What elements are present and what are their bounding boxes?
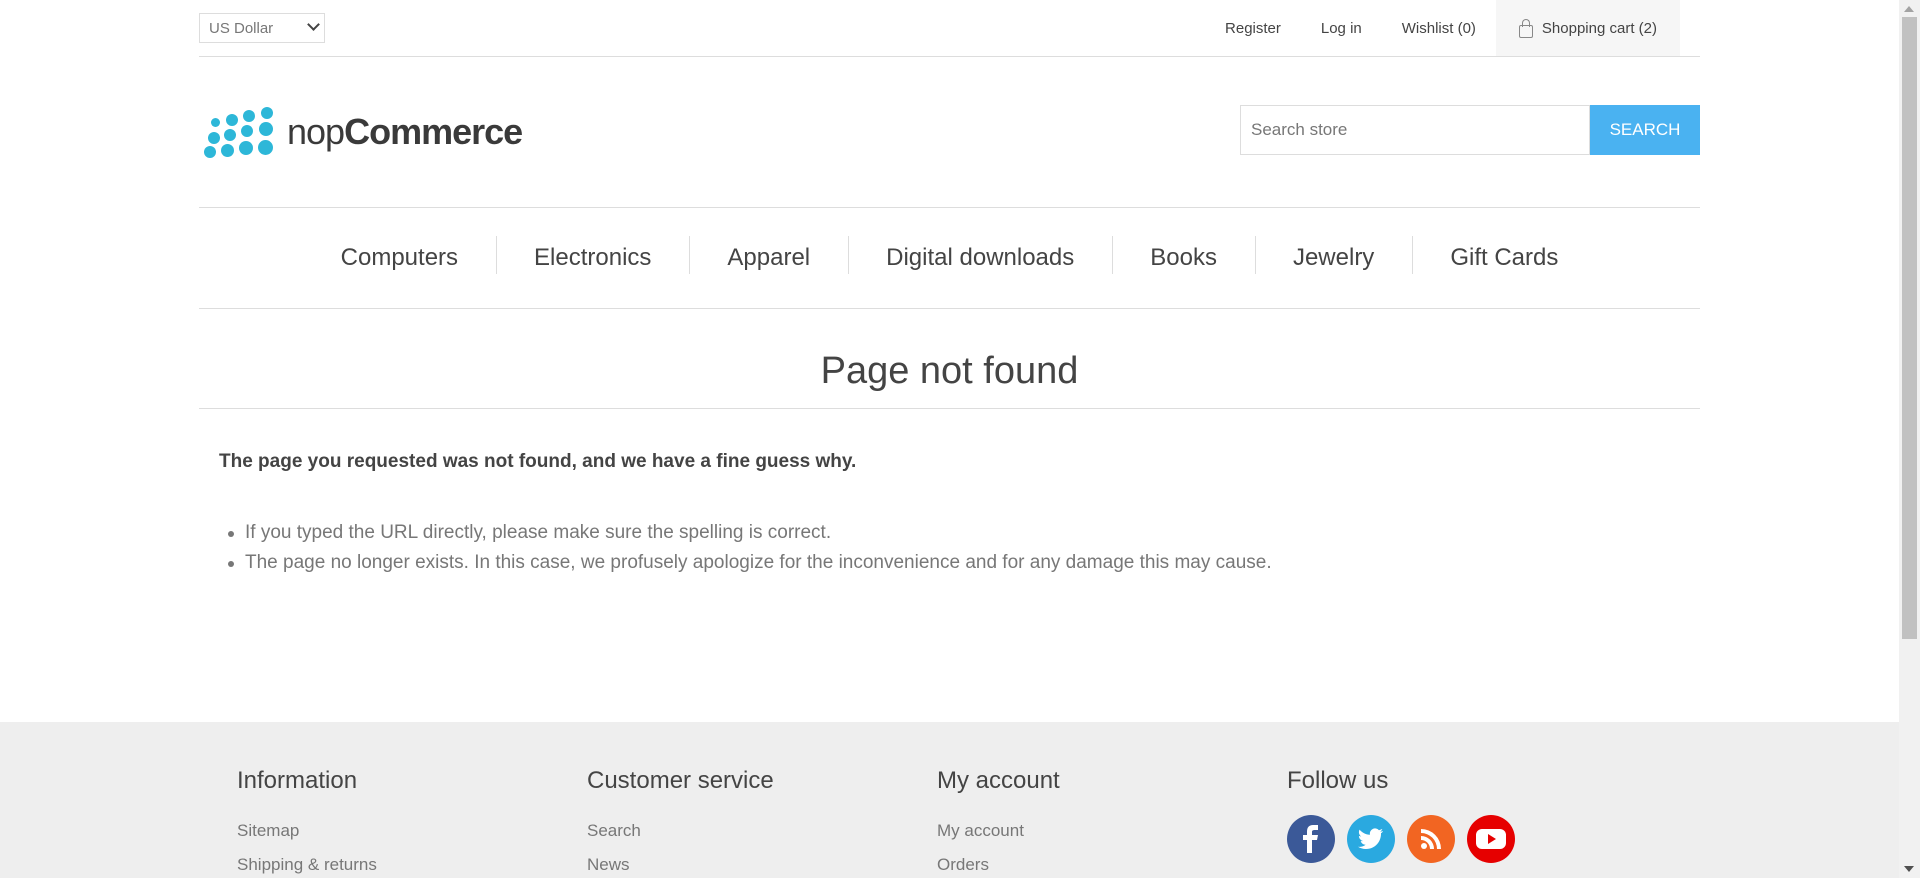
footer-customer-service: Customer service Search News [587, 767, 774, 878]
logo-wordmark: nopCommerce [287, 111, 523, 152]
footer-link-my-account[interactable]: My account [937, 812, 1060, 849]
currency-selector[interactable]: US Dollar [199, 13, 325, 43]
footer-heading: My account [937, 767, 1060, 794]
facebook-icon[interactable] [1287, 815, 1335, 863]
footer-link-shipping-returns[interactable]: Shipping & returns [237, 846, 377, 878]
not-found-intro: The page you requested was not found, an… [219, 451, 857, 472]
page: US Dollar Register Log in Wishlist (0) S… [0, 0, 1899, 878]
footer-information: Information Sitemap Shipping & returns [237, 767, 377, 878]
search-button[interactable]: SEARCH [1590, 105, 1700, 155]
shopping-cart-link[interactable]: Shopping cart (2) [1495, 0, 1680, 56]
menu-item-electronics[interactable]: Electronics [496, 236, 689, 274]
chevron-down-icon [307, 18, 320, 31]
menu-item-books[interactable]: Books [1112, 236, 1255, 274]
wishlist-link[interactable]: Wishlist (0) [1402, 20, 1476, 37]
menu-item-jewelry[interactable]: Jewelry [1254, 236, 1412, 274]
footer-link-sitemap[interactable]: Sitemap [237, 812, 377, 849]
footer-follow-us: Follow us [1287, 767, 1515, 863]
register-link[interactable]: Register [1225, 20, 1281, 37]
footer-heading: Follow us [1287, 767, 1389, 794]
menu-item-computers[interactable]: Computers [303, 244, 496, 272]
list-item: If you typed the URL directly, please ma… [228, 518, 1272, 548]
menu-item-apparel[interactable]: Apparel [689, 236, 848, 274]
currency-selector-value: US Dollar [209, 20, 274, 37]
footer-heading: Customer service [587, 767, 774, 794]
header-top-bar: US Dollar Register Log in Wishlist (0) S… [199, 0, 1700, 57]
header-links: Register Log in Wishlist (0) Shopping ca… [1205, 0, 1700, 56]
scrollbar-thumb[interactable] [1902, 17, 1917, 639]
menu-item-gift-cards[interactable]: Gift Cards [1412, 236, 1596, 274]
footer-my-account: My account My account Orders [937, 767, 1060, 878]
menu-item-digital-downloads[interactable]: Digital downloads [848, 236, 1112, 274]
scroll-down-arrow-icon[interactable] [1904, 866, 1914, 872]
page-title-bar: Page not found [199, 350, 1700, 409]
store-logo[interactable]: nopCommerce [203, 104, 523, 160]
youtube-icon[interactable] [1467, 815, 1515, 863]
not-found-reasons: If you typed the URL directly, please ma… [228, 518, 1272, 578]
login-link[interactable]: Log in [1321, 20, 1362, 37]
rss-icon[interactable] [1407, 815, 1455, 863]
logo-dots-icon [203, 104, 275, 160]
page-title: Page not found [820, 350, 1079, 392]
footer-heading: Information [237, 767, 358, 794]
twitter-icon[interactable] [1347, 815, 1395, 863]
footer-link-news[interactable]: News [587, 846, 774, 878]
shopping-bag-icon [1518, 18, 1533, 38]
footer-link-orders[interactable]: Orders [937, 846, 1060, 878]
footer-link-search[interactable]: Search [587, 812, 774, 849]
search-box: SEARCH [1240, 105, 1700, 155]
vertical-scrollbar[interactable] [1899, 0, 1920, 878]
top-menu: Computers Electronics Apparel Digital do… [199, 207, 1700, 309]
footer: Information Sitemap Shipping & returns C… [0, 722, 1899, 878]
shopping-cart-label: Shopping cart (2) [1541, 19, 1657, 37]
social-icons [1287, 815, 1515, 863]
search-input[interactable] [1240, 105, 1590, 155]
list-item: The page no longer exists. In this case,… [228, 548, 1272, 578]
scroll-up-arrow-icon[interactable] [1904, 6, 1914, 12]
